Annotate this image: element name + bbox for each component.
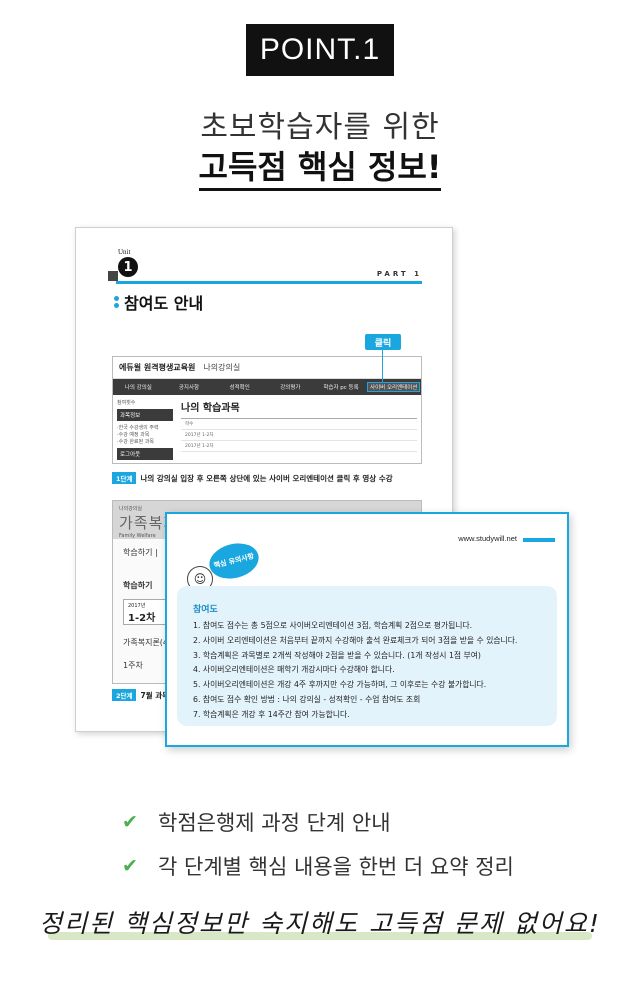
step-1-badge: 1단계 xyxy=(112,472,137,484)
section-title: 참여도 안내 xyxy=(124,294,204,313)
screenshot-body: 참여횟수 과목정보 ·한국 수강생의 주력 ·수강 예정 과목 ·수강 완료된 … xyxy=(113,395,421,467)
info-item: 2. 사이버 오리엔테이션은 처음부터 끝까지 수강해야 출석 완료체크가 되어… xyxy=(193,635,518,645)
headline: 초보학습자를 위한 xyxy=(200,110,440,145)
info-card: www.studywill.net 핵심 유의사항 ☺ 참여도 1. 참여도 점… xyxy=(165,512,569,747)
url-accent-bar xyxy=(523,538,555,542)
info-item: 6. 참여도 점수 확인 방법 : 나의 강의실 - 성적확인 - 수업 참여도… xyxy=(193,694,421,704)
info-item: 7. 학습계획은 개강 후 14주간 참여 가능합니다. xyxy=(193,709,350,719)
check-item: ✔ 학점은행제 과정 단계 안내 xyxy=(122,800,514,844)
side-link: ·수강 완료된 과목 xyxy=(117,439,154,445)
course-small-label: 나의강의실 xyxy=(119,506,143,512)
unit-number: 1 xyxy=(118,257,138,277)
nav-item: 성적확인 xyxy=(229,385,250,391)
step-1-text: 나의 강의실 입장 후 오른쪽 상단에 있는 사이버 오리엔테이션 클릭 후 영… xyxy=(140,473,393,483)
screenshot-sidebar: 참여횟수 과목정보 ·한국 수강생의 주력 ·수강 예정 과목 ·수강 완료된 … xyxy=(117,399,173,463)
unit-label: Unit xyxy=(118,248,131,256)
brand-name: 에듀윌 원격평생교육원 xyxy=(119,363,196,372)
step-2-badge: 2단계 xyxy=(112,689,137,701)
checkmark-icon: ✔ xyxy=(122,855,138,877)
point-badge: POINT.1 xyxy=(246,24,394,76)
side-logout: 로그아웃 xyxy=(117,448,173,460)
nav-item: 학습자 pc 등록 xyxy=(323,385,359,391)
bullet-dots-icon xyxy=(114,296,119,301)
side-link: 참여횟수 xyxy=(117,400,136,406)
page-header-rule xyxy=(116,281,422,284)
info-item: 5. 사이버오리엔테이션은 개강 4주 후까지만 수강 가능하며, 그 이후로는… xyxy=(193,680,487,690)
site-url: www.studywill.net xyxy=(458,534,517,543)
callout-pointer xyxy=(382,350,383,382)
tip-bubble: 핵심 유의사항 xyxy=(205,538,263,584)
check-text: 학점은행제 과정 단계 안내 xyxy=(158,811,391,835)
footer-slogan: 정리된 핵심정보만 숙지해도 고득점 문제 없어요! xyxy=(39,909,601,938)
main-title: 나의 학습과목 xyxy=(181,403,240,414)
headline-emphasis: 고득점 핵심 정보! xyxy=(0,142,640,191)
check-text: 각 단계별 핵심 내용을 한번 더 요약 정리 xyxy=(158,855,514,879)
side-link: ·수강 예정 과목 xyxy=(117,432,150,438)
side-link: ·한국 수강생의 주력 xyxy=(117,425,159,431)
nav-item-orientation: 사이버 오리엔테이션 xyxy=(367,382,421,392)
unit-tag-icon xyxy=(108,271,118,281)
part-label: PART 1 xyxy=(376,270,422,278)
screenshot-main: 나의 학습과목 학수 2017년 1-2차 2017년 1-2차 xyxy=(173,399,417,463)
classroom-screenshot: 에듀윌 원격평생교육원 나의강의실 나의 강의실 공지사항 성적확인 강의평가 … xyxy=(112,356,422,464)
click-callout: 클릭 xyxy=(365,334,401,350)
screenshot-header: 에듀윌 원격평생교육원 나의강의실 xyxy=(113,357,421,379)
info-item: 4. 사이버오리엔테이션은 매학기 개강시마다 수강해야 합니다. xyxy=(193,665,395,675)
info-panel: 참여도 1. 참여도 점수는 총 5점으로 사이버오리엔테이션 3점, 학습계획… xyxy=(177,586,557,726)
nav-item: 강의평가 xyxy=(280,385,301,391)
nav-item: 나의 강의실 xyxy=(124,385,152,391)
brand-sub: 나의강의실 xyxy=(203,363,241,372)
info-item: 3. 학습계획은 과목별로 2개씩 작성해야 2점을 받을 수 있습니다. (1… xyxy=(193,650,481,660)
step-2: 2단계 7월 과목 xyxy=(112,689,169,701)
check-item: ✔ 각 단계별 핵심 내용을 한번 더 요약 정리 xyxy=(122,844,514,888)
checkmark-icon: ✔ xyxy=(122,811,138,833)
side-box: 과목정보 xyxy=(117,409,173,421)
table-row: 학수 xyxy=(181,419,417,430)
info-item: 1. 참여도 점수는 총 5점으로 사이버오리엔테이션 3점, 학습계획 2점으… xyxy=(193,621,473,630)
table-row: 2017년 1-2차 xyxy=(181,441,417,452)
table-row: 2017년 1-2차 xyxy=(181,430,417,441)
screenshot-nav: 나의 강의실 공지사항 성적확인 강의평가 학습자 pc 등록 사이버 오리엔테… xyxy=(113,379,421,395)
step-1: 1단계 나의 강의실 입장 후 오른쪽 상단에 있는 사이버 오리엔테이션 클릭… xyxy=(112,472,393,484)
nav-item: 공지사항 xyxy=(178,385,200,391)
headline-emphasis-text: 고득점 핵심 정보! xyxy=(198,148,442,191)
info-title: 참여도 xyxy=(193,605,218,615)
feature-checklist: ✔ 학점은행제 과정 단계 안내 ✔ 각 단계별 핵심 내용을 한번 더 요약 … xyxy=(122,800,514,888)
course-table: 학수 2017년 1-2차 2017년 1-2차 xyxy=(181,418,417,452)
